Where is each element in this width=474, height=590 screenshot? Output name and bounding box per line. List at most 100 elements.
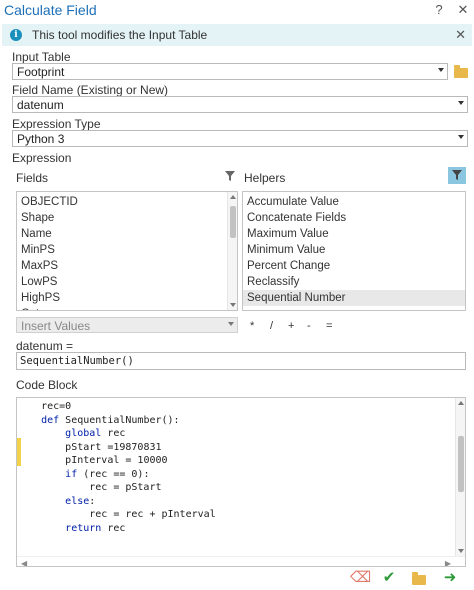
chevron-down-icon: [228, 322, 234, 326]
helper-list-item[interactable]: Percent Change: [243, 258, 465, 274]
code-text: pInterval = 10000: [65, 455, 168, 466]
insert-values-placeholder: Insert Values: [21, 319, 91, 333]
operator-minus-button[interactable]: -: [307, 320, 311, 332]
code-line: def SequentialNumber():: [17, 414, 180, 428]
code-line: rec=0: [17, 400, 71, 414]
code-text: :: [89, 495, 96, 507]
fields-scrollbar[interactable]: [227, 192, 237, 310]
code-line: global rec: [17, 427, 125, 441]
expression-input[interactable]: SequentialNumber(): [16, 352, 466, 370]
field-list-item[interactable]: HighPS: [17, 290, 237, 306]
expression-type-dropdown[interactable]: Python 3: [12, 130, 468, 147]
scroll-down-icon[interactable]: [230, 303, 236, 307]
code-text: rec = rec + pInterval: [89, 509, 216, 520]
window-title: Calculate Field: [4, 2, 97, 18]
assign-label: datenum =: [16, 339, 74, 353]
code-text: rec: [101, 428, 126, 439]
expression-type-label: Expression Type: [12, 117, 101, 131]
expression-type-value: Python 3: [17, 132, 65, 146]
chevron-down-icon: [458, 101, 464, 105]
code-line: return rec: [17, 522, 125, 536]
helpers-list[interactable]: Accumulate Value Concatenate Fields Maximu…: [242, 191, 466, 311]
scroll-right-icon[interactable]: ▶: [445, 559, 451, 566]
code-text: rec: [101, 522, 126, 534]
helper-list-item[interactable]: Reclassify: [243, 274, 465, 290]
field-list-item[interactable]: Cat...: [17, 306, 237, 310]
code-hscrollbar[interactable]: ◀ ▶: [17, 556, 465, 566]
code-line: rec = rec + pInterval: [17, 508, 216, 522]
operator-divide-button[interactable]: /: [270, 320, 273, 332]
scroll-thumb[interactable]: [458, 436, 464, 492]
code-text: (rec == 0):: [77, 468, 150, 480]
helper-list-item[interactable]: Maximum Value: [243, 226, 465, 242]
info-close-button[interactable]: ✕: [455, 27, 466, 43]
chevron-down-icon: [458, 135, 464, 139]
info-bar: i This tool modifies the Input Table ✕: [2, 24, 472, 46]
eraser-icon[interactable]: ⌫: [350, 570, 371, 586]
filter-icon: [452, 170, 462, 180]
code-keyword: def: [41, 414, 60, 426]
code-keyword: if: [65, 468, 78, 480]
filter-icon[interactable]: [224, 170, 236, 182]
fields-list[interactable]: OBJECTIDShapeNameMinPSMaxPSLowPSHighPSCa…: [16, 191, 238, 311]
operator-plus-button[interactable]: +: [288, 320, 294, 332]
folder-icon[interactable]: [454, 65, 468, 78]
helper-list-item[interactable]: Minimum Value: [243, 242, 465, 258]
field-name-value: datenum: [17, 98, 64, 112]
code-line: pInterval = 10000: [17, 454, 168, 468]
code-line: rec = pStart: [17, 481, 162, 495]
field-list-item[interactable]: MinPS: [17, 242, 237, 258]
code-keyword: global: [65, 428, 102, 439]
help-button[interactable]: ?: [432, 2, 446, 17]
expression-label: Expression: [12, 151, 72, 165]
close-button[interactable]: ✕: [456, 2, 470, 18]
field-list-item[interactable]: MaxPS: [17, 258, 237, 274]
scroll-up-icon[interactable]: [230, 195, 236, 199]
code-line: else:: [17, 495, 95, 509]
code-scrollbar[interactable]: [455, 398, 465, 556]
code-line: pStart =19870831: [17, 441, 162, 455]
field-name-label: Field Name (Existing or New): [12, 83, 169, 97]
code-text: pStart =19870831: [65, 441, 162, 453]
field-list-item[interactable]: Name: [17, 226, 237, 242]
code-block-editor[interactable]: rec=0 def SequentialNumber(): global rec…: [16, 397, 466, 567]
code-block-label: Code Block: [16, 378, 78, 392]
code-line: if (rec == 0):: [17, 468, 149, 482]
insert-values-dropdown[interactable]: Insert Values: [16, 317, 238, 333]
field-list-item[interactable]: Shape: [17, 210, 237, 226]
scroll-left-icon[interactable]: ◀: [21, 559, 27, 566]
code-text: SequentialNumber():: [59, 414, 180, 426]
code-keyword: return: [65, 522, 102, 534]
operator-multiply-button[interactable]: *: [250, 320, 254, 332]
field-list-item[interactable]: OBJECTID: [17, 194, 237, 210]
code-text: rec = pStart: [89, 482, 162, 493]
code-text: rec=0: [41, 401, 72, 412]
scroll-down-icon[interactable]: [458, 549, 464, 553]
helpers-filter-button[interactable]: [448, 167, 466, 184]
input-table-label: Input Table: [12, 50, 71, 64]
field-list-item[interactable]: LowPS: [17, 274, 237, 290]
run-arrow-icon[interactable]: ➜: [442, 570, 458, 586]
helper-list-item[interactable]: Accumulate Value: [243, 194, 465, 210]
fields-label: Fields: [16, 171, 49, 185]
input-table-dropdown[interactable]: Footprint: [12, 63, 448, 80]
info-icon: i: [10, 29, 22, 41]
operator-equals-button[interactable]: =: [326, 320, 332, 332]
code-keyword: else: [65, 495, 90, 507]
check-icon[interactable]: ✔: [381, 570, 397, 586]
helper-list-item[interactable]: Sequential Number: [243, 290, 465, 306]
folder-open-icon[interactable]: [412, 572, 426, 585]
field-name-dropdown[interactable]: datenum: [12, 96, 468, 113]
helper-list-item[interactable]: Concatenate Fields: [243, 210, 465, 226]
scroll-up-icon[interactable]: [458, 401, 464, 405]
scroll-thumb[interactable]: [230, 206, 236, 238]
chevron-down-icon: [438, 68, 444, 72]
